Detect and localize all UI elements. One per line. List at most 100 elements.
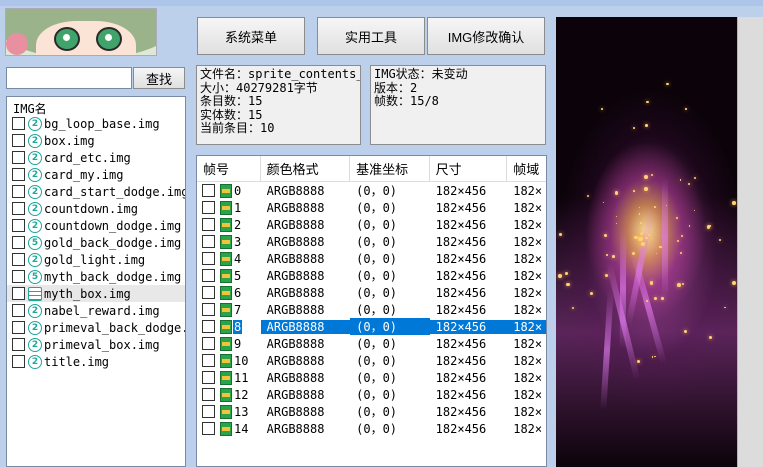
column-header-frame-domain[interactable]: 帧域 [507, 156, 546, 181]
sparkle [633, 126, 636, 129]
column-header-base-coord[interactable]: 基准坐标 [350, 156, 430, 181]
img-checkbox[interactable] [12, 338, 25, 351]
frame-checkbox[interactable] [202, 354, 215, 367]
frame-id-cell[interactable]: 14 [197, 421, 261, 436]
frame-row[interactable]: 13 ARGB8888 (0，0) 182×456 182× [197, 403, 546, 420]
frame-row[interactable]: 14 ARGB8888 (0，0) 182×456 182× [197, 420, 546, 437]
img-checkbox[interactable] [12, 219, 25, 232]
tools-button[interactable]: 实用工具 [317, 17, 425, 55]
img-list-item[interactable]: 2 card_my.img [7, 166, 185, 183]
img-list-item[interactable]: 2 gold_light.img [7, 251, 185, 268]
img-list-item[interactable]: 5 myth_back_dodge.img [7, 268, 185, 285]
img-checkbox[interactable] [12, 321, 25, 334]
frame-checkbox[interactable] [202, 422, 215, 435]
frame-row[interactable]: 11 ARGB8888 (0，0) 182×456 182× [197, 369, 546, 386]
frame-checkbox[interactable] [202, 286, 215, 299]
frame-row[interactable]: 3 ARGB8888 (0，0) 182×456 182× [197, 233, 546, 250]
img-checkbox[interactable] [12, 117, 25, 130]
system-menu-button[interactable]: 系统菜单 [197, 17, 305, 55]
img-checkbox[interactable] [12, 202, 25, 215]
img-list-item[interactable]: 2 primeval_box.img [7, 336, 185, 353]
sparkle [603, 233, 608, 238]
frame-row[interactable]: 1 ARGB8888 (0，0) 182×456 182× [197, 199, 546, 216]
frame-checkbox[interactable] [202, 218, 215, 231]
frame-id-cell[interactable]: 10 [197, 353, 261, 368]
frame-checkbox[interactable] [202, 184, 215, 197]
frame-id-cell[interactable]: 0 [197, 183, 261, 198]
column-header-color-format[interactable]: 颜色格式 [261, 156, 351, 181]
version-icon: 2 [28, 303, 42, 318]
frame-id-cell[interactable]: 4 [197, 251, 261, 266]
frame-id: 9 [234, 336, 242, 351]
search-input[interactable] [6, 67, 132, 89]
frame-id-cell[interactable]: 9 [197, 336, 261, 351]
img-list-item[interactable]: 2 box.img [7, 132, 185, 149]
version-icon: 5 [28, 269, 42, 284]
img-checkbox[interactable] [12, 134, 25, 147]
frame-checkbox[interactable] [202, 371, 215, 384]
frame-id-cell[interactable]: 11 [197, 370, 261, 385]
frame-checkbox[interactable] [202, 388, 215, 401]
img-list-item[interactable]: 2 title.img [7, 353, 185, 370]
frame-row[interactable]: 5 ARGB8888 (0，0) 182×456 182× [197, 267, 546, 284]
frame-id-cell[interactable]: 13 [197, 404, 261, 419]
frame-row[interactable]: 0 ARGB8888 (0，0) 182×456 182× [197, 182, 546, 199]
frame-checkbox[interactable] [202, 337, 215, 350]
img-checkbox[interactable] [12, 355, 25, 368]
img-checkbox[interactable] [12, 151, 25, 164]
img-list[interactable]: IMG名 2 bg_loop_base.img 2 box.img 2 card_etc.… [6, 96, 186, 467]
img-list-item[interactable]: 2 nabel_reward.img [7, 302, 185, 319]
frame-table[interactable]: 帧号 颜色格式 基准坐标 尺寸 帧域 0 ARGB8888 (0，0) 182×456… [196, 155, 547, 467]
img-list-item[interactable]: 2 primeval_back_dodge. [7, 319, 185, 336]
img-checkbox[interactable] [12, 270, 25, 283]
frame-row[interactable]: 9 ARGB8888 (0，0) 182×456 182× [197, 335, 546, 352]
img-checkbox[interactable] [12, 304, 25, 317]
frame-row[interactable]: 10 ARGB8888 (0，0) 182×456 182× [197, 352, 546, 369]
img-list-item[interactable]: 2 bg_loop_base.img [7, 115, 185, 132]
frame-checkbox[interactable] [202, 320, 215, 333]
sparkle [612, 255, 615, 259]
frame-id-cell[interactable]: 6 [197, 285, 261, 300]
frame-coord-cell: (0，0) [356, 354, 398, 368]
img-list-item[interactable]: 2 card_etc.img [7, 149, 185, 166]
frame-row[interactable]: 6 ARGB8888 (0，0) 182×456 182× [197, 284, 546, 301]
column-header-size[interactable]: 尺寸 [430, 156, 508, 181]
frame-id-cell[interactable]: 7 [197, 302, 261, 317]
img-checkbox[interactable] [12, 185, 25, 198]
frame-id-cell[interactable]: 1 [197, 200, 261, 215]
frame-id-cell[interactable]: 8 [197, 319, 261, 334]
img-checkbox[interactable] [12, 287, 25, 300]
frame-checkbox[interactable] [202, 303, 215, 316]
frame-checkbox[interactable] [202, 252, 215, 265]
img-list-item[interactable]: 5 gold_back_dodge.img [7, 234, 185, 251]
frame-id-cell[interactable]: 2 [197, 217, 261, 232]
img-checkbox[interactable] [12, 236, 25, 249]
sparkle [565, 271, 569, 275]
img-checkbox[interactable] [12, 168, 25, 181]
frame-checkbox[interactable] [202, 405, 215, 418]
grid-version-icon [28, 286, 42, 301]
img-list-item[interactable]: 2 countdown_dodge.img [7, 217, 185, 234]
frame-row[interactable]: 12 ARGB8888 (0，0) 182×456 182× [197, 386, 546, 403]
version-icon: 2 [28, 354, 42, 369]
frame-id-cell[interactable]: 3 [197, 234, 261, 249]
img-list-item[interactable]: myth_box.img [7, 285, 185, 302]
img-list-item[interactable]: 2 countdown.img [7, 200, 185, 217]
sparkle [558, 273, 562, 278]
frame-checkbox[interactable] [202, 201, 215, 214]
frame-id: 0 [234, 183, 242, 198]
frame-checkbox[interactable] [202, 269, 215, 282]
img-checkbox[interactable] [12, 253, 25, 266]
img-list-item[interactable]: 2 card_start_dodge.img [7, 183, 185, 200]
frame-id-cell[interactable]: 12 [197, 387, 261, 402]
search-button[interactable]: 查找 [133, 67, 185, 89]
frame-id-cell[interactable]: 5 [197, 268, 261, 283]
frame-checkbox[interactable] [202, 235, 215, 248]
img-confirm-button[interactable]: IMG修改确认 [427, 17, 545, 55]
frame-row[interactable]: 7 ARGB8888 (0，0) 182×456 182× [197, 301, 546, 318]
column-header-frame-id[interactable]: 帧号 [197, 156, 261, 181]
frame-row[interactable]: 8 ARGB8888 (0，0) 182×456 182× [197, 318, 546, 335]
frame-row[interactable]: 4 ARGB8888 (0，0) 182×456 182× [197, 250, 546, 267]
frame-domain-cell: 182× [513, 336, 543, 351]
frame-row[interactable]: 2 ARGB8888 (0，0) 182×456 182× [197, 216, 546, 233]
